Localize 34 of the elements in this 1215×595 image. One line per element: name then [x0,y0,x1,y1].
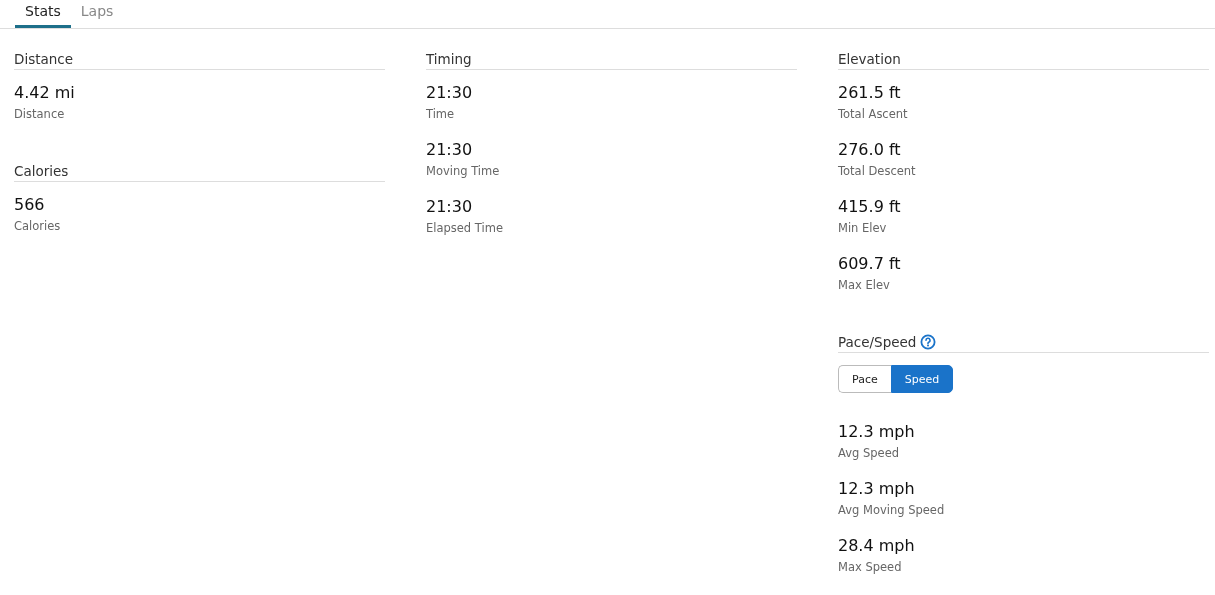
stat-value: 28.4 mph [838,535,916,557]
stat-label: Min Elev [838,221,888,235]
tab[interactable]: Laps [70,0,124,28]
toggle-option[interactable]: Speed [890,365,954,393]
stat-value: 12.3 mph [838,478,916,500]
stat-label: Distance [14,107,66,121]
stat-value: 4.42 mi [14,82,76,104]
stat-label: Moving Time [426,164,501,178]
stat-value: 415.9 ft [838,196,902,218]
stat-value: 609.7 ft [838,253,902,275]
stat-label: Elapsed Time [426,221,504,235]
section-title: Elevation [838,51,901,67]
section-title: Pace/Speed [838,334,917,350]
stat-label: Total Ascent [838,107,909,121]
stat-label: Calories [14,219,62,233]
section-title: Distance [14,51,74,67]
stat-label: Total Descent [838,164,917,178]
section-title: Timing [426,51,472,67]
stat-value: 276.0 ft [838,139,902,161]
stat-label: Avg Moving Speed [838,503,946,517]
stat-value: 12.3 mph [838,421,916,443]
help-icon[interactable] [920,334,937,350]
stat-label: Max Elev [838,278,891,292]
section-title: Calories [14,163,69,179]
stat-label: Max Speed [838,560,903,574]
stat-label: Time [426,107,456,121]
stat-label: Avg Speed [838,446,900,460]
tab[interactable]: Stats [15,0,71,28]
stat-value: 566 [14,194,46,216]
toggle-option[interactable]: Pace [838,365,891,393]
stat-value: 261.5 ft [838,82,902,104]
stat-value: 21:30 [426,139,474,161]
stat-value: 21:30 [426,196,474,218]
stat-value: 21:30 [426,82,474,104]
